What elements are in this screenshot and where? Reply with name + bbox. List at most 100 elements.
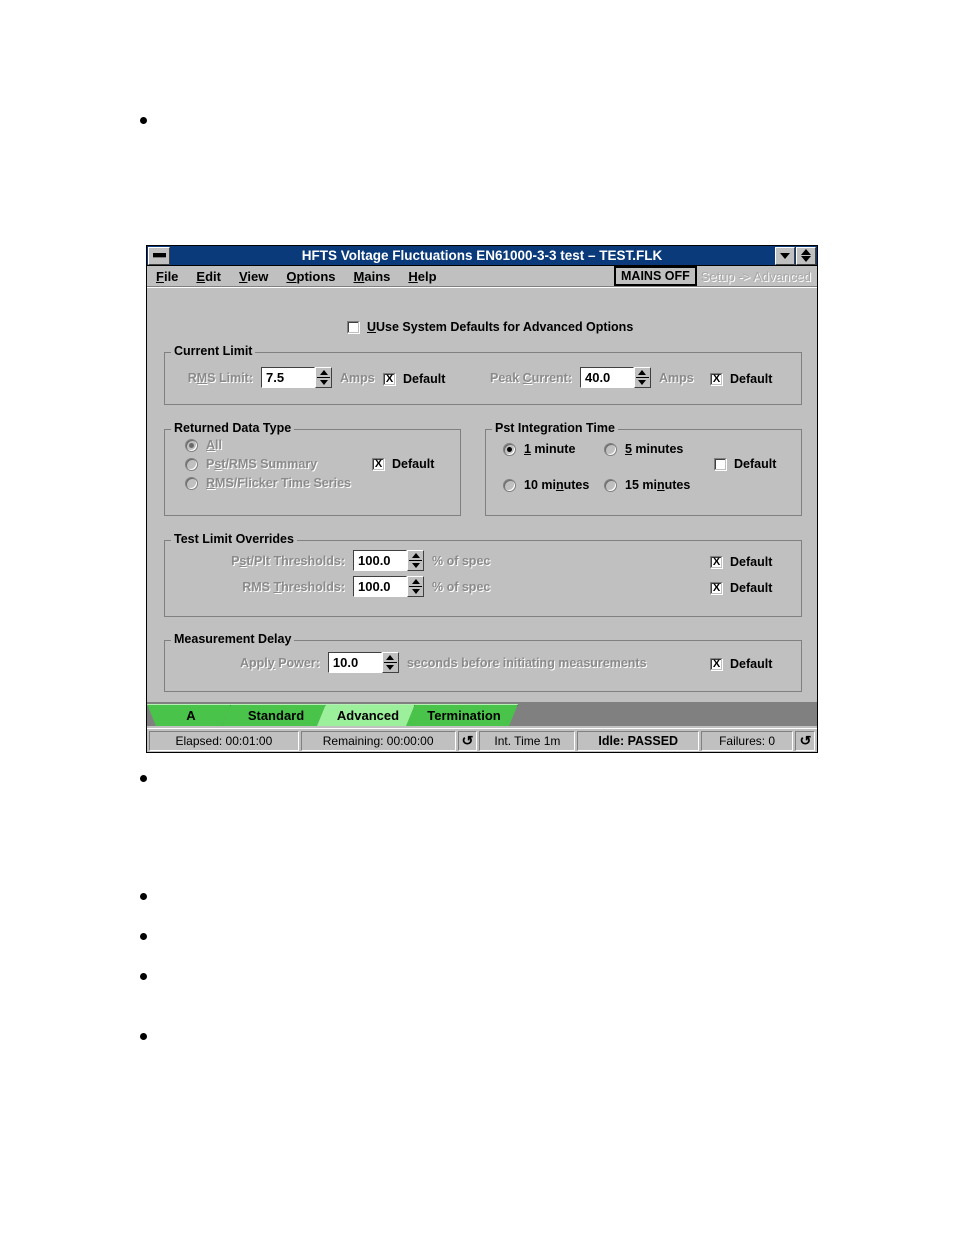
use-system-defaults-checkbox[interactable]: X xyxy=(347,320,360,334)
use-system-defaults-row[interactable]: X UUse System Defaults for Advanced Opti… xyxy=(347,320,633,334)
spin-up-icon[interactable] xyxy=(638,370,647,375)
pst-option-10-minutes[interactable]: 10 minutes xyxy=(503,478,589,492)
pst-plt-default-row[interactable]: X Default xyxy=(710,555,772,569)
window-menu-icon[interactable] xyxy=(148,246,170,265)
spin-down-icon[interactable] xyxy=(386,665,395,670)
pst-plt-default-checkbox[interactable]: X xyxy=(710,555,723,569)
returned-data-type-option-all[interactable]: All xyxy=(185,438,222,452)
pst-default-row[interactable]: X Default xyxy=(714,457,776,471)
returned-data-type-default-row[interactable]: X Default xyxy=(372,457,434,471)
peak-current-value[interactable]: 40.0 xyxy=(579,367,634,388)
rms-default-row[interactable]: X Default xyxy=(383,372,445,386)
pst-option-15-minutes[interactable]: 15 minutes xyxy=(604,478,690,492)
pst-integration-time-group: Pst Integration Time 1 minute 5 minutes … xyxy=(485,421,802,516)
tab-a-label: A xyxy=(186,707,196,723)
apply-power-value[interactable]: 10.0 xyxy=(327,652,382,673)
rms-thresholds-label: RMS Thresholds: xyxy=(242,579,345,594)
spin-up-icon[interactable] xyxy=(411,579,420,584)
breadcrumb: Setup -> Advanced xyxy=(700,268,811,284)
rms-thresholds-spin-buttons[interactable] xyxy=(407,576,424,597)
spin-down-icon[interactable] xyxy=(638,380,647,385)
radio-15-minutes-label: 15 minutes xyxy=(625,478,691,492)
apply-power-row: Apply Power: 10.0 seconds before initiat… xyxy=(240,652,647,673)
pst-plt-spin-buttons[interactable] xyxy=(407,550,424,571)
peak-default-checkbox[interactable]: X xyxy=(710,372,723,386)
minimize-icon[interactable] xyxy=(775,246,795,265)
measurement-delay-default-row[interactable]: X Default xyxy=(710,657,772,671)
radio-5-minutes[interactable] xyxy=(604,442,617,456)
status-bar: Elapsed: 00:01:00 Remaining: 00:00:00 ↺ … xyxy=(147,728,817,752)
window-title: HFTS Voltage Fluctuations EN61000-3-3 te… xyxy=(301,247,663,263)
radio-all[interactable] xyxy=(185,438,198,452)
peak-current-spin-buttons[interactable] xyxy=(633,367,651,388)
peak-default-label: Default xyxy=(730,372,773,386)
restore-icon[interactable] xyxy=(796,246,816,265)
rms-default-checkbox[interactable]: X xyxy=(383,372,396,386)
peak-current-stepper[interactable]: 40.0 xyxy=(579,367,651,388)
pst-plt-thresholds-value[interactable]: 100.0 xyxy=(353,550,407,571)
spin-divider xyxy=(409,560,422,561)
spin-up-icon[interactable] xyxy=(411,553,420,558)
spin-divider xyxy=(383,662,397,663)
radio-pst-rms-summary[interactable] xyxy=(185,457,198,471)
tab-advanced[interactable]: Advanced xyxy=(317,704,415,726)
spin-up-icon[interactable] xyxy=(319,370,328,375)
menu-item-mains[interactable]: Mains xyxy=(345,267,400,286)
page-bullet xyxy=(140,973,147,980)
rms-thresholds-default-checkbox[interactable]: X xyxy=(710,581,723,595)
menu-item-view[interactable]: View xyxy=(230,267,277,286)
radio-1-minute-label: 1 minute xyxy=(524,442,576,456)
status-elapsed: Elapsed: 00:01:00 xyxy=(149,730,299,751)
menu-item-edit[interactable]: Edit xyxy=(187,267,230,286)
use-system-defaults-label-rest: Use System Defaults for Advanced Options xyxy=(376,320,634,334)
spin-down-icon[interactable] xyxy=(411,563,420,568)
spin-down-icon[interactable] xyxy=(319,380,328,385)
returned-data-type-default-checkbox[interactable]: X xyxy=(372,457,385,471)
menu-item-help[interactable]: Help xyxy=(399,267,445,286)
apply-power-label: Apply Power: xyxy=(240,655,320,670)
radio-10-minutes-label: 10 minutes xyxy=(524,478,590,492)
measurement-delay-default-label: Default xyxy=(730,657,773,671)
pst-plt-thresholds-units: % of spec xyxy=(432,553,491,568)
refresh-icon[interactable]: ↺ xyxy=(795,730,815,751)
radio-1-minute[interactable] xyxy=(503,442,516,456)
pst-default-checkbox[interactable]: X xyxy=(714,457,727,471)
pst-option-1-minute[interactable]: 1 minute xyxy=(503,442,575,456)
menu-item-options[interactable]: Options xyxy=(277,267,344,286)
title-bar[interactable]: HFTS Voltage Fluctuations EN61000-3-3 te… xyxy=(147,246,817,266)
tab-termination[interactable]: Termination xyxy=(406,704,518,726)
menu-item-file[interactable]: File xyxy=(147,267,187,286)
tab-advanced-label: Advanced xyxy=(336,707,400,723)
application-window: HFTS Voltage Fluctuations EN61000-3-3 te… xyxy=(146,245,818,753)
radio-15-minutes[interactable] xyxy=(604,478,617,492)
rms-limit-value[interactable]: 7.5 xyxy=(261,367,315,388)
returned-data-type-option-rms-flicker[interactable]: RMS/Flicker Time Series xyxy=(185,476,351,490)
rms-limit-stepper[interactable]: 7.5 xyxy=(261,367,332,388)
client-area: X UUse System Defaults for Advanced Opti… xyxy=(147,287,817,701)
peak-default-row[interactable]: X Default xyxy=(710,372,772,386)
pst-option-5-minutes[interactable]: 5 minutes xyxy=(604,442,683,456)
radio-rms-flicker-time-series[interactable] xyxy=(185,476,198,490)
spin-up-icon[interactable] xyxy=(386,655,395,660)
tab-standard[interactable]: Standard xyxy=(222,704,326,726)
mains-status-indicator[interactable]: MAINS OFF xyxy=(614,266,697,286)
menu-mains-rest: ains xyxy=(364,268,391,284)
measurement-delay-default-checkbox[interactable]: X xyxy=(710,657,723,671)
tab-a[interactable]: A xyxy=(147,704,231,726)
rms-limit-spin-buttons[interactable] xyxy=(315,367,332,388)
test-limit-overrides-group: Test Limit Overrides Pst/Plt Thresholds:… xyxy=(164,532,802,617)
returned-data-type-option-pst-rms-summary[interactable]: Pst/RMS Summary xyxy=(185,457,317,471)
apply-power-spin-buttons[interactable] xyxy=(381,652,399,673)
spin-down-icon[interactable] xyxy=(411,589,420,594)
rms-thresholds-stepper[interactable]: 100.0 xyxy=(353,576,424,597)
rms-thresholds-default-row[interactable]: X Default xyxy=(710,581,772,595)
apply-power-stepper[interactable]: 10.0 xyxy=(327,652,399,673)
radio-10-minutes[interactable] xyxy=(503,478,516,492)
radio-5-minutes-label: 5 minutes xyxy=(625,442,684,456)
pst-plt-thresholds-stepper[interactable]: 100.0 xyxy=(353,550,424,571)
refresh-icon[interactable]: ↺ xyxy=(457,730,478,751)
test-limit-overrides-title: Test Limit Overrides xyxy=(171,532,297,546)
current-limit-group: Current Limit RMS Limit: 7.5 Amps X Defa… xyxy=(164,344,802,405)
rms-thresholds-value[interactable]: 100.0 xyxy=(353,576,407,597)
menu-bar: File Edit View Options Mains Help MAINS … xyxy=(147,266,817,287)
